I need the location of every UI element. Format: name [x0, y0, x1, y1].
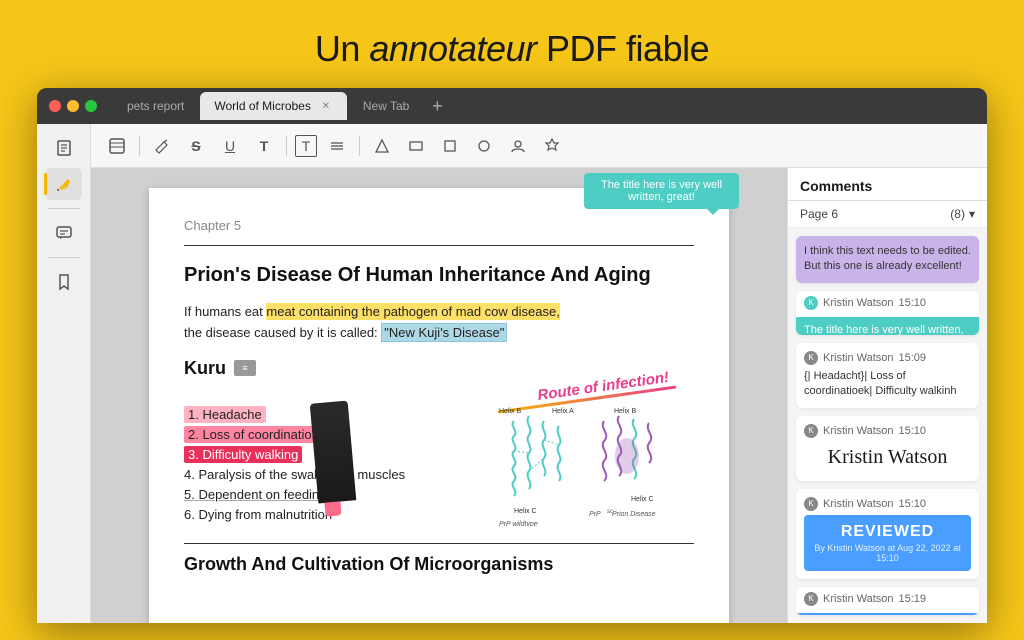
tab-world-of-microbes[interactable]: World of Microbes ✕	[200, 92, 346, 120]
tab-new-tab[interactable]: New Tab	[349, 92, 423, 120]
active-indicator	[44, 173, 47, 195]
sidebar-item-bookmarks[interactable]	[46, 266, 82, 298]
sidebar-divider-2	[48, 257, 80, 258]
close-button[interactable]	[49, 100, 61, 112]
new-tab-button[interactable]: +	[425, 94, 449, 118]
main-area: S U T T	[37, 124, 987, 623]
tool-text-T2[interactable]: T	[295, 135, 317, 157]
comment-item-6: K Kristin Watson 15:19	[796, 587, 979, 615]
avatar-kristin-2: K	[804, 296, 818, 310]
protein-svg: Helix B Helix A	[484, 391, 684, 526]
tab-close-button[interactable]: ✕	[319, 99, 333, 113]
highlight-yellow: meat containing the pathogen of mad cow …	[266, 303, 559, 320]
toolbar-sep-2	[286, 136, 287, 156]
comments-list: I think this text needs to be edited. Bu…	[788, 228, 987, 623]
sidebar-item-pages[interactable]	[46, 132, 82, 164]
protein-diagram: Helix B Helix A	[474, 389, 694, 529]
comment-item-1: I think this text needs to be edited. Bu…	[796, 236, 979, 283]
comment-teal-box: The title here is very well written, gre…	[796, 317, 979, 335]
toolbar-sep-1	[139, 136, 140, 156]
tool-stamp[interactable]	[538, 132, 566, 160]
toolbar-sep-3	[359, 136, 360, 156]
tab-pets-report[interactable]: pets report	[113, 92, 198, 120]
browser-window: pets report World of Microbes ✕ New Tab …	[37, 88, 987, 623]
hero-text: Un annotateur PDF fiable	[315, 28, 709, 69]
kuru-note-icon: ≡	[234, 360, 256, 376]
chevron-down-icon[interactable]: ▾	[969, 207, 975, 221]
symptom-list: 1. Headache 2. Loss of coordination 3. D…	[184, 389, 458, 529]
svg-text:Helix B: Helix B	[499, 408, 522, 415]
tool-list[interactable]	[323, 132, 351, 160]
reviewed-sub: By Kristin Watson at Aug 22, 2022 at 15:…	[812, 543, 963, 563]
comments-page-header: Page 6 (8) ▾	[788, 201, 987, 228]
sidebar-item-highlight[interactable]	[46, 168, 82, 200]
pdf-page: The title here is very well written, gre…	[149, 188, 729, 623]
tool-rect[interactable]	[402, 132, 430, 160]
chapter-label: Chapter 5	[184, 218, 694, 233]
comment-item-3: K Kristin Watson 15:09 {| Headacht}| Los…	[796, 343, 979, 408]
tool-circle[interactable]	[470, 132, 498, 160]
tool-user[interactable]	[504, 132, 532, 160]
toolbar: S U T T	[91, 124, 987, 168]
comment-item-4: K Kristin Watson 15:10 Kristin Watson	[796, 416, 979, 481]
reviewed-badge: REVIEWED By Kristin Watson at Aug 22, 20…	[804, 515, 971, 571]
svg-text:Prion Disease: Prion Disease	[612, 511, 656, 518]
pdf-body: If humans eat meat containing the pathog…	[184, 302, 694, 344]
tool-strikethrough[interactable]: S	[182, 132, 210, 160]
sidebar-divider-1	[48, 208, 80, 209]
growth-title: Growth And Cultivation Of Microorganisms	[184, 543, 694, 575]
symptom-6: 6. Dying from malnutrition	[184, 507, 458, 522]
svg-text:Helix C: Helix C	[631, 496, 654, 503]
avatar-kristin-4: K	[804, 424, 818, 438]
tool-triangle[interactable]	[368, 132, 396, 160]
svg-text:Helix A: Helix A	[552, 408, 574, 415]
comments-header: Comments	[788, 168, 987, 201]
callout-box: The title here is very well written, gre…	[584, 173, 739, 209]
svg-text:Helix B: Helix B	[614, 408, 637, 415]
avatar-kristin-3: K	[804, 351, 818, 365]
pdf-divider-top	[184, 245, 694, 246]
title-bar: pets report World of Microbes ✕ New Tab …	[37, 88, 987, 124]
pdf-comments-area: The title here is very well written, gre…	[91, 168, 987, 623]
reviewed-main: REVIEWED	[812, 523, 963, 541]
tool-pen[interactable]	[148, 132, 176, 160]
tool-underline[interactable]: U	[216, 132, 244, 160]
comment-text-1: I think this text needs to be edited. Bu…	[804, 244, 971, 275]
comment-item-2: K Kristin Watson 15:10 The title here is…	[796, 291, 979, 335]
pdf-area[interactable]: The title here is very well written, gre…	[91, 168, 787, 623]
avatar-kristin-5: K	[804, 497, 818, 511]
highlight-blue: "New Kuji's Disease"	[381, 323, 507, 342]
svg-text:PrP: PrP	[589, 511, 601, 518]
signature: Kristin Watson	[804, 442, 971, 473]
tool-select[interactable]	[103, 132, 131, 160]
traffic-lights	[49, 100, 97, 112]
maximize-button[interactable]	[85, 100, 97, 112]
content-wrapper: S U T T	[91, 124, 987, 623]
hero-section: Un annotateur PDF fiable	[315, 28, 709, 70]
page-label: Page 6	[800, 207, 838, 221]
sidebar	[37, 124, 91, 623]
comment-item-5: K Kristin Watson 15:10 REVIEWED By Krist…	[796, 489, 979, 579]
pdf-title: Prion's Disease Of Human Inheritance And…	[184, 262, 694, 288]
comments-panel: Comments Page 6 (8) ▾ I think this text …	[787, 168, 987, 623]
tool-text-T1[interactable]: T	[250, 132, 278, 160]
list-container: 1. Headache 2. Loss of coordination 3. D…	[184, 389, 694, 529]
svg-text:Helix C: Helix C	[514, 508, 537, 515]
avatar-kristin-6: K	[804, 592, 818, 606]
minimize-button[interactable]	[67, 100, 79, 112]
tool-square[interactable]	[436, 132, 464, 160]
tab-bar: pets report World of Microbes ✕ New Tab …	[113, 92, 975, 120]
comment-count: (8)	[950, 207, 965, 221]
svg-text:PrP wildtype: PrP wildtype	[499, 521, 538, 526]
sidebar-item-annotations[interactable]	[46, 217, 82, 249]
comment-partial-bar	[796, 613, 979, 615]
